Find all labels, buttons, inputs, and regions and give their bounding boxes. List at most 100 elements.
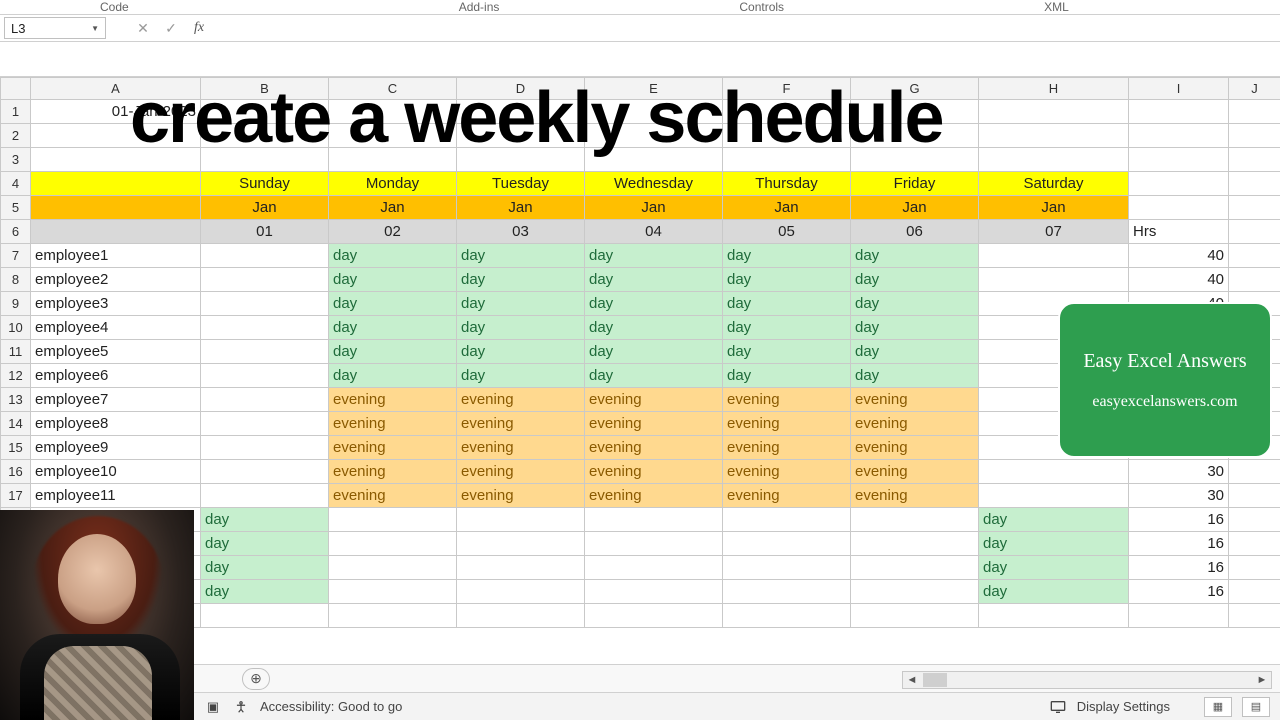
col-header-H[interactable]: H [979,78,1129,100]
employee-name[interactable]: employee3 [31,292,201,316]
shift-cell[interactable] [723,580,851,604]
shift-cell[interactable] [201,436,329,460]
header-daynum[interactable]: 01 [201,220,329,244]
shift-cell[interactable]: day [457,292,585,316]
shift-cell[interactable] [585,580,723,604]
shift-cell[interactable]: evening [851,436,979,460]
cell[interactable] [329,124,457,148]
shift-cell[interactable]: evening [329,388,457,412]
shift-cell[interactable]: day [723,244,851,268]
cell[interactable] [585,148,723,172]
hrs-cell[interactable]: 16 [1129,508,1229,532]
cell[interactable] [1229,556,1280,580]
shift-cell[interactable] [329,508,457,532]
employee-name[interactable]: employee4 [31,316,201,340]
cell[interactable] [1129,124,1229,148]
shift-cell[interactable]: day [201,532,329,556]
shift-cell[interactable]: day [979,580,1129,604]
header-daynum[interactable]: 05 [723,220,851,244]
shift-cell[interactable]: evening [723,436,851,460]
row-header-4[interactable]: 4 [1,172,31,196]
cell[interactable] [723,100,851,124]
col-header-F[interactable]: F [723,78,851,100]
shift-cell[interactable] [979,460,1129,484]
header-daynum[interactable]: 06 [851,220,979,244]
shift-cell[interactable]: day [723,292,851,316]
shift-cell[interactable] [585,508,723,532]
employee-name[interactable]: employee8 [31,412,201,436]
shift-cell[interactable]: day [723,316,851,340]
shift-cell[interactable] [457,532,585,556]
row-header-5[interactable]: 5 [1,196,31,220]
employee-name[interactable]: employee7 [31,388,201,412]
formula-input[interactable] [214,17,1276,39]
col-header-D[interactable]: D [457,78,585,100]
cell[interactable] [329,148,457,172]
shift-cell[interactable]: evening [585,412,723,436]
shift-cell[interactable]: evening [851,412,979,436]
cell[interactable] [1229,604,1280,628]
col-header-E[interactable]: E [585,78,723,100]
employee-name[interactable]: employee5 [31,340,201,364]
header-month[interactable]: Jan [329,196,457,220]
view-normal-icon[interactable]: ▦ [1204,697,1232,717]
shift-cell[interactable] [851,556,979,580]
shift-cell[interactable] [201,412,329,436]
row-header-7[interactable]: 7 [1,244,31,268]
shift-cell[interactable]: evening [723,484,851,508]
shift-cell[interactable] [201,364,329,388]
shift-cell[interactable]: evening [457,460,585,484]
cell[interactable] [457,124,585,148]
shift-cell[interactable]: day [585,268,723,292]
shift-cell[interactable] [723,532,851,556]
record-macro-icon[interactable]: ▣ [204,698,222,716]
hrs-cell[interactable]: 30 [1129,484,1229,508]
shift-cell[interactable]: day [329,292,457,316]
cell[interactable] [1129,100,1229,124]
cell[interactable] [31,220,201,244]
shift-cell[interactable] [457,580,585,604]
row-header-12[interactable]: 12 [1,364,31,388]
shift-cell[interactable]: day [457,268,585,292]
shift-cell[interactable]: day [851,364,979,388]
shift-cell[interactable]: day [851,316,979,340]
cell[interactable] [585,604,723,628]
shift-cell[interactable]: day [457,340,585,364]
shift-cell[interactable]: evening [851,484,979,508]
col-header-C[interactable]: C [329,78,457,100]
row-header-8[interactable]: 8 [1,268,31,292]
shift-cell[interactable]: day [457,316,585,340]
employee-name[interactable]: employee9 [31,436,201,460]
cell[interactable] [1129,604,1229,628]
employee-name[interactable]: employee2 [31,268,201,292]
shift-cell[interactable]: evening [457,436,585,460]
header-daynum[interactable]: 07 [979,220,1129,244]
shift-cell[interactable]: day [585,316,723,340]
header-day[interactable]: Tuesday [457,172,585,196]
shift-cell[interactable] [585,532,723,556]
shift-cell[interactable]: day [329,244,457,268]
header-day[interactable]: Saturday [979,172,1129,196]
row-header-1[interactable]: 1 [1,100,31,124]
header-daynum[interactable]: 02 [329,220,457,244]
shift-cell[interactable]: day [585,364,723,388]
cell[interactable] [457,604,585,628]
display-settings[interactable]: Display Settings [1077,699,1170,714]
row-header-10[interactable]: 10 [1,316,31,340]
cell[interactable] [1229,268,1280,292]
shift-cell[interactable]: evening [329,460,457,484]
cell[interactable] [723,604,851,628]
row-header-3[interactable]: 3 [1,148,31,172]
shift-cell[interactable]: evening [851,388,979,412]
shift-cell[interactable]: evening [585,436,723,460]
shift-cell[interactable] [201,340,329,364]
horizontal-scrollbar[interactable]: ◄ ► [902,671,1272,689]
hrs-cell[interactable]: 30 [1129,460,1229,484]
header-month[interactable]: Jan [723,196,851,220]
shift-cell[interactable]: day [329,364,457,388]
header-day[interactable]: Thursday [723,172,851,196]
hrs-cell[interactable]: 16 [1129,556,1229,580]
scroll-right-icon[interactable]: ► [1253,674,1271,686]
header-month[interactable]: Jan [979,196,1129,220]
hrs-label[interactable]: Hrs [1129,220,1229,244]
